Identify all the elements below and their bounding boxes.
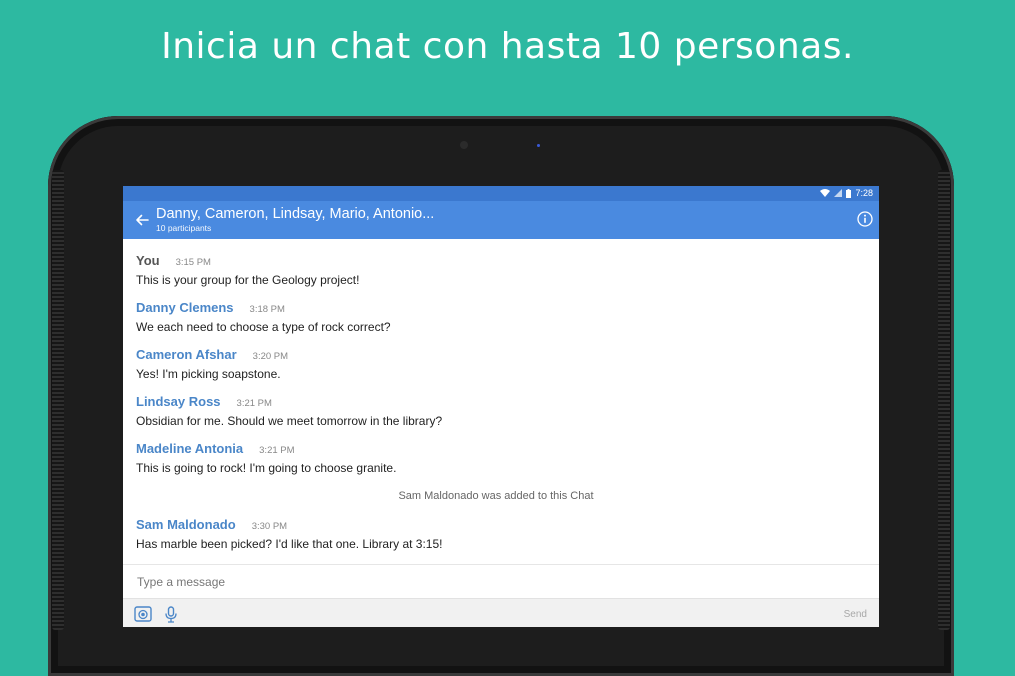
composer-toolbar: Send [123, 598, 879, 627]
status-bar: 7:28 [123, 186, 879, 201]
left-speaker-grille [52, 170, 64, 630]
back-arrow-icon[interactable] [135, 213, 149, 227]
message-text: This is going to rock! I'm going to choo… [136, 461, 397, 475]
composer [123, 564, 879, 598]
system-message: Sam Maldonado was added to this Chat [398, 490, 594, 502]
message-text: Has marble been picked? I'd like that on… [136, 537, 443, 551]
battery-icon [846, 188, 852, 198]
sender-name[interactable]: Lindsay Ross [136, 394, 221, 409]
sender-name[interactable]: Cameron Afshar [136, 347, 237, 362]
message-item: You 3:15 PM This is your group for the G… [136, 253, 359, 287]
message-item: Danny Clemens 3:18 PM We each need to ch… [136, 300, 391, 334]
participant-count: 10 participants [156, 223, 212, 233]
sender-name[interactable]: Danny Clemens [136, 300, 234, 315]
chat-title: Danny, Cameron, Lindsay, Mario, Antonio.… [156, 206, 435, 222]
microphone-icon[interactable] [165, 606, 177, 623]
sender-name[interactable]: You [136, 253, 160, 268]
message-item: Cameron Afshar 3:20 PM Yes! I'm picking … [136, 347, 288, 381]
message-item: Sam Maldonado 3:30 PM Has marble been pi… [136, 517, 442, 551]
camera-icon[interactable] [134, 606, 152, 622]
message-time: 3:18 PM [249, 304, 285, 315]
send-button[interactable]: Send [844, 609, 867, 620]
signal-icon [834, 189, 843, 197]
message-time: 3:20 PM [252, 351, 289, 362]
message-text: Yes! I'm picking soapstone. [136, 367, 281, 381]
message-time: 3:30 PM [251, 521, 288, 532]
message-time: 3:21 PM [236, 398, 272, 409]
wifi-icon [820, 189, 831, 197]
message-time: 3:21 PM [259, 445, 295, 456]
message-input[interactable] [135, 571, 839, 593]
app-bar: Danny, Cameron, Lindsay, Mario, Antonio.… [123, 201, 879, 239]
promo-headline: Inicia un chat con hasta 10 personas. [161, 26, 854, 67]
message-item: Madeline Antonia 3:21 PM This is going t… [136, 441, 396, 475]
light-sensor [537, 144, 540, 147]
tablet-screen: 7:28 Danny, Cameron, Lindsay, Mario, Ant… [123, 186, 879, 627]
message-time: 3:15 PM [175, 257, 211, 268]
message-item: Lindsay Ross 3:21 PM Obsidian for me. Sh… [136, 394, 442, 428]
right-speaker-grille [938, 170, 950, 630]
sender-name[interactable]: Sam Maldonado [136, 517, 236, 532]
message-text: Obsidian for me. Should we meet tomorrow… [136, 414, 443, 428]
front-camera [460, 141, 468, 149]
status-time: 7:28 [855, 188, 873, 198]
sender-name[interactable]: Madeline Antonia [136, 441, 243, 456]
message-text: This is your group for the Geology proje… [136, 273, 360, 287]
info-icon[interactable] [857, 211, 873, 227]
message-text: We each need to choose a type of rock co… [136, 320, 391, 334]
message-list[interactable]: You 3:15 PM This is your group for the G… [123, 239, 879, 564]
